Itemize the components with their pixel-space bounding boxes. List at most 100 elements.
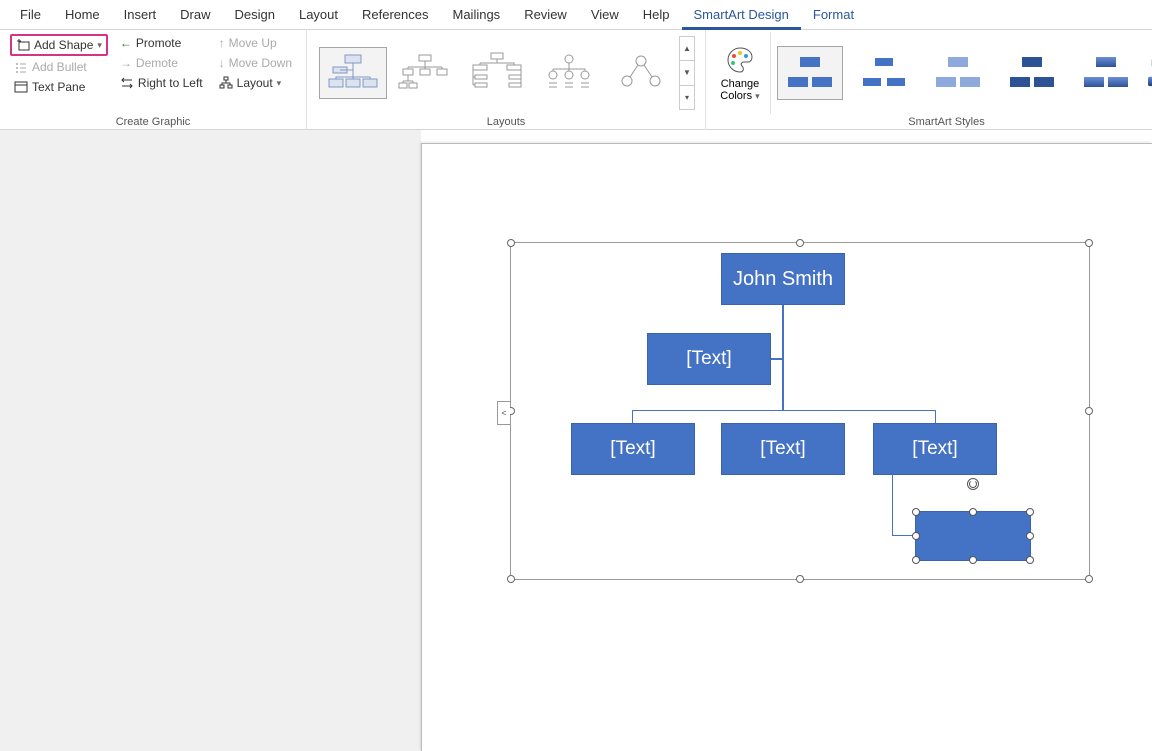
arrow-right-icon: → bbox=[120, 56, 132, 70]
style-option-2[interactable] bbox=[851, 46, 917, 100]
demote-label: Demote bbox=[136, 56, 178, 70]
connector-line bbox=[632, 410, 633, 424]
tab-smartart-design[interactable]: SmartArt Design bbox=[682, 0, 801, 30]
ribbon: Add Shape ▾ Add Bullet Text Pane bbox=[0, 30, 1152, 130]
text-pane-button[interactable]: Text Pane bbox=[10, 78, 108, 96]
add-bullet-label: Add Bullet bbox=[32, 60, 87, 74]
group-smartart-styles: Change Colors ▾ bbox=[706, 30, 1152, 130]
group-label-styles: SmartArt Styles bbox=[712, 114, 1152, 130]
smartart-node-root[interactable]: John Smith bbox=[721, 253, 845, 305]
move-down-button: ↓ Move Down bbox=[215, 54, 296, 72]
text-pane-label: Text Pane bbox=[32, 80, 85, 94]
group-layouts: ▲ ▼ ▾ Layouts bbox=[307, 30, 706, 130]
tab-review[interactable]: Review bbox=[512, 0, 579, 30]
right-to-left-label: Right to Left bbox=[138, 76, 203, 90]
connector-line bbox=[632, 410, 936, 411]
tab-home[interactable]: Home bbox=[53, 0, 112, 30]
demote-button: → Demote bbox=[116, 54, 207, 72]
layout-button[interactable]: Layout ▾ bbox=[215, 74, 296, 92]
frame-handle[interactable] bbox=[1085, 239, 1093, 247]
document-page[interactable]: < John Smith [Text] [Text] [Text] [Text] bbox=[421, 143, 1152, 751]
tab-insert[interactable]: Insert bbox=[112, 0, 169, 30]
smartart-node-assistant[interactable]: [Text] bbox=[647, 333, 771, 385]
change-colors-button[interactable]: Change Colors ▾ bbox=[712, 32, 768, 114]
style-option-5[interactable] bbox=[1073, 46, 1139, 100]
add-shape-button[interactable]: Add Shape ▾ bbox=[10, 34, 108, 56]
smartart-node-child-3[interactable]: [Text] bbox=[873, 423, 997, 475]
style-option-1[interactable] bbox=[777, 46, 843, 100]
arrow-up-icon: ↑ bbox=[219, 36, 225, 50]
tab-help[interactable]: Help bbox=[631, 0, 682, 30]
chevron-down-icon: ▾ bbox=[277, 78, 282, 89]
ribbon-tab-bar: File Home Insert Draw Design Layout Refe… bbox=[0, 0, 1152, 30]
selection-handle[interactable] bbox=[912, 556, 920, 564]
tab-design[interactable]: Design bbox=[223, 0, 287, 30]
right-to-left-button[interactable]: Right to Left bbox=[116, 74, 207, 92]
layout-option-1[interactable] bbox=[319, 47, 387, 99]
move-up-button: ↑ Move Up bbox=[215, 34, 296, 52]
move-down-label: Move Down bbox=[229, 56, 292, 70]
tab-layout[interactable]: Layout bbox=[287, 0, 350, 30]
smartart-node-child-1[interactable]: [Text] bbox=[571, 423, 695, 475]
selection-handle[interactable] bbox=[969, 556, 977, 564]
frame-handle[interactable] bbox=[796, 239, 804, 247]
layout-option-4[interactable] bbox=[535, 47, 603, 99]
text-pane-toggle[interactable]: < bbox=[497, 401, 510, 425]
chevron-down-icon: ▾ bbox=[97, 40, 102, 51]
tab-draw[interactable]: Draw bbox=[168, 0, 222, 30]
smartart-frame[interactable]: < John Smith [Text] [Text] [Text] [Text] bbox=[510, 242, 1090, 580]
gallery-down-icon[interactable]: ▼ bbox=[680, 61, 694, 85]
layout-option-2[interactable] bbox=[391, 47, 459, 99]
group-label-create-graphic: Create Graphic bbox=[6, 114, 300, 130]
smartart-node-child-2[interactable]: [Text] bbox=[721, 423, 845, 475]
tab-mailings[interactable]: Mailings bbox=[441, 0, 513, 30]
arrow-down-icon: ↓ bbox=[219, 56, 225, 70]
document-area: < John Smith [Text] [Text] [Text] [Text] bbox=[0, 130, 1152, 751]
connector-line bbox=[935, 410, 936, 424]
gallery-more-icon[interactable]: ▾ bbox=[680, 86, 694, 109]
right-to-left-icon bbox=[120, 76, 134, 90]
palette-icon bbox=[724, 44, 756, 76]
frame-handle[interactable] bbox=[1085, 407, 1093, 415]
selection-handle[interactable] bbox=[912, 508, 920, 516]
selection-handle[interactable] bbox=[912, 532, 920, 540]
tab-file[interactable]: File bbox=[8, 0, 53, 30]
chevron-down-icon: ▾ bbox=[755, 91, 760, 101]
connector-line bbox=[892, 475, 893, 535]
promote-button[interactable]: ← Promote bbox=[116, 34, 207, 52]
group-label-layouts: Layouts bbox=[313, 114, 699, 130]
style-option-3[interactable] bbox=[925, 46, 991, 100]
layout-label: Layout bbox=[237, 76, 273, 90]
layout-hierarchy-icon bbox=[219, 76, 233, 90]
arrow-left-icon: ← bbox=[120, 36, 132, 50]
smartart-node-new-selected[interactable] bbox=[915, 511, 1031, 561]
group-create-graphic: Add Shape ▾ Add Bullet Text Pane bbox=[0, 30, 307, 130]
add-bullet-icon bbox=[14, 60, 28, 74]
style-option-4[interactable] bbox=[999, 46, 1065, 100]
selection-handle[interactable] bbox=[969, 508, 977, 516]
gallery-up-icon[interactable]: ▲ bbox=[680, 37, 694, 61]
frame-handle[interactable] bbox=[507, 575, 515, 583]
add-bullet-button: Add Bullet bbox=[10, 58, 108, 76]
layout-option-3[interactable] bbox=[463, 47, 531, 99]
add-shape-label: Add Shape bbox=[34, 38, 93, 52]
frame-handle[interactable] bbox=[796, 575, 804, 583]
add-shape-icon bbox=[16, 38, 30, 52]
frame-handle[interactable] bbox=[1085, 575, 1093, 583]
text-pane-icon bbox=[14, 80, 28, 94]
selection-handle[interactable] bbox=[1026, 532, 1034, 540]
selection-handle[interactable] bbox=[1026, 556, 1034, 564]
tab-references[interactable]: References bbox=[350, 0, 440, 30]
tab-format[interactable]: Format bbox=[801, 0, 866, 30]
left-gutter bbox=[0, 130, 421, 751]
rotate-handle[interactable] bbox=[967, 478, 979, 490]
move-up-label: Move Up bbox=[229, 36, 277, 50]
layout-option-5[interactable] bbox=[607, 47, 675, 99]
selection-handle[interactable] bbox=[1026, 508, 1034, 516]
change-colors-label: Change Colors ▾ bbox=[716, 78, 764, 102]
frame-handle[interactable] bbox=[507, 239, 515, 247]
connector-line bbox=[770, 358, 784, 360]
layouts-gallery-spinner[interactable]: ▲ ▼ ▾ bbox=[679, 36, 695, 110]
tab-view[interactable]: View bbox=[579, 0, 631, 30]
style-option-6[interactable] bbox=[1147, 46, 1152, 100]
